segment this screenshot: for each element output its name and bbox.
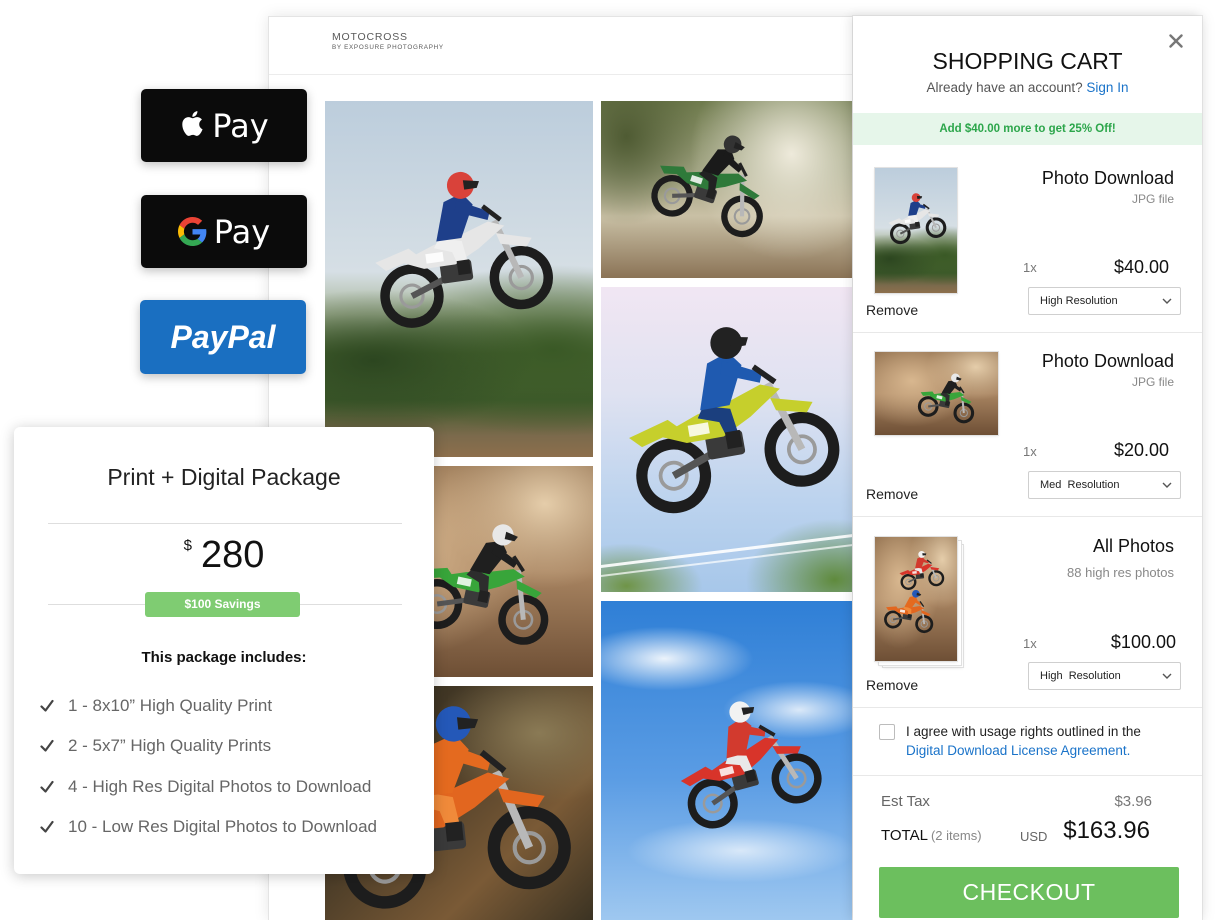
rider-graphic [882, 189, 951, 249]
total-value: $163.96 [1063, 817, 1150, 844]
check-icon [40, 699, 54, 712]
resolution-value: Med Resolution [1040, 479, 1120, 491]
check-icon [40, 780, 54, 793]
resolution-select[interactable]: Med Resolution [1028, 471, 1181, 499]
savings-badge: $100 Savings [145, 592, 300, 617]
divider [853, 332, 1202, 333]
rider-graphic [912, 366, 983, 430]
header-divider [269, 74, 854, 75]
item-detail: JPG file [1131, 192, 1174, 206]
chevron-down-icon [1162, 298, 1172, 304]
price-amount: 280 [200, 534, 265, 576]
thumbnail-image [875, 168, 957, 293]
item-price: $100.00 [1110, 632, 1176, 652]
gallery-photo[interactable] [601, 287, 855, 592]
list-item-label: 10 - Low Res Digital Photos to Download [68, 816, 377, 836]
check-icon [40, 820, 54, 833]
license-agreement-link[interactable]: Digital Download License Agreement. [906, 741, 1130, 760]
google-pay-label: Pay [213, 212, 271, 251]
list-item: 4 - High Res Digital Photos to Download [40, 776, 377, 816]
item-quantity: 1x [1023, 260, 1037, 275]
item-price: $40.00 [1113, 257, 1169, 277]
apple-pay-label: Pay [212, 106, 269, 145]
account-prompt: Already have an account? [926, 80, 1083, 95]
includes-heading: This package includes: [141, 649, 307, 666]
agreement-text: I agree with usage rights outlined in th… [906, 724, 1141, 739]
checkout-button[interactable]: CHECKOUT [879, 867, 1179, 918]
rider-graphic [355, 159, 565, 344]
list-item-label: 1 - 8x10” High Quality Print [68, 696, 273, 715]
package-card[interactable]: Print + Digital Package $280 $100 Saving… [14, 427, 434, 874]
divider [300, 604, 402, 605]
item-name: All Photos [1092, 536, 1174, 556]
paypal-label: PayPal [170, 318, 276, 355]
apple-pay-button[interactable]: Pay [141, 89, 307, 162]
item-name: Photo Download [1041, 168, 1174, 188]
package-includes-list: 1 - 8x10” High Quality Print 2 - 5x7” Hi… [40, 695, 377, 856]
list-item: 1 - 8x10” High Quality Print [40, 695, 377, 735]
divider [853, 707, 1202, 708]
list-item: 2 - 5x7” High Quality Prints [40, 735, 377, 775]
divider [48, 604, 145, 605]
brand-logo[interactable]: MOTOCROSS BY EXPOSURE PHOTOGRAPHY [332, 31, 444, 52]
account-prompt-row: Already have an account? Sign In [853, 79, 1202, 97]
remove-button[interactable]: Remove [866, 676, 918, 694]
resolution-select[interactable]: High Resolution [1028, 287, 1181, 315]
item-quantity: 1x [1023, 636, 1037, 651]
divider [853, 516, 1202, 517]
remove-button[interactable]: Remove [866, 485, 918, 503]
rider-graphic [880, 585, 941, 639]
package-price: $280 [14, 533, 434, 577]
brand-subtitle: BY EXPOSURE PHOTOGRAPHY [332, 44, 444, 51]
item-thumbnail [875, 352, 998, 435]
cart-title: SHOPPING CART [932, 48, 1123, 74]
price-currency: $ [183, 537, 192, 554]
item-name: Photo Download [1041, 351, 1174, 371]
resolution-value: High Resolution [1040, 670, 1121, 682]
est-tax-label: Est Tax [881, 793, 930, 810]
total-label: TOTAL [881, 827, 928, 844]
item-thumbnail [875, 537, 957, 661]
gallery-photo[interactable] [325, 101, 593, 457]
resolution-value: High Resolution [1040, 295, 1118, 307]
gallery-photo[interactable] [601, 601, 855, 920]
est-tax-value: $3.96 [1114, 793, 1152, 810]
total-item-count: (2 items) [930, 828, 982, 843]
rider-graphic [638, 114, 789, 252]
promo-banner: Add $40.00 more to get 25% Off! [853, 113, 1202, 145]
list-item: 10 - Low Res Digital Photos to Download [40, 816, 377, 856]
item-detail: JPG file [1131, 375, 1174, 389]
list-item-label: 4 - High Res Digital Photos to Download [68, 776, 372, 796]
item-price: $20.00 [1113, 440, 1169, 460]
item-detail: 88 high res photos [1067, 565, 1174, 580]
chevron-down-icon [1162, 482, 1172, 488]
rider-graphic [657, 684, 834, 844]
shopping-cart-panel: SHOPPING CART Already have an account? S… [853, 16, 1202, 920]
resolution-select[interactable]: High Resolution [1028, 662, 1181, 690]
divider [853, 775, 1202, 776]
total-label-row: TOTAL (2 items) [881, 827, 982, 845]
sign-in-link[interactable]: Sign In [1086, 80, 1128, 95]
rider-graphic [601, 309, 855, 532]
google-pay-button[interactable]: Pay [141, 195, 307, 268]
total-currency: USD [1020, 829, 1048, 844]
item-quantity: 1x [1023, 444, 1037, 459]
fence-graphic [601, 531, 855, 570]
thumbnail-image [875, 537, 957, 661]
google-g-icon [177, 217, 207, 246]
paypal-button[interactable]: PayPal [140, 300, 306, 374]
item-thumbnail [875, 168, 957, 293]
agreement-checkbox[interactable] [879, 724, 895, 740]
divider [48, 523, 402, 524]
apple-icon [182, 111, 203, 136]
thumbnail-image [875, 352, 998, 435]
package-title: Print + Digital Package [107, 464, 341, 490]
list-item-label: 2 - 5x7” High Quality Prints [68, 736, 272, 756]
close-icon[interactable] [1169, 34, 1183, 48]
remove-button[interactable]: Remove [866, 301, 918, 319]
gallery-photo[interactable] [601, 101, 855, 278]
check-icon [40, 740, 54, 752]
brand-title: MOTOCROSS [332, 31, 408, 43]
chevron-down-icon [1162, 673, 1172, 679]
